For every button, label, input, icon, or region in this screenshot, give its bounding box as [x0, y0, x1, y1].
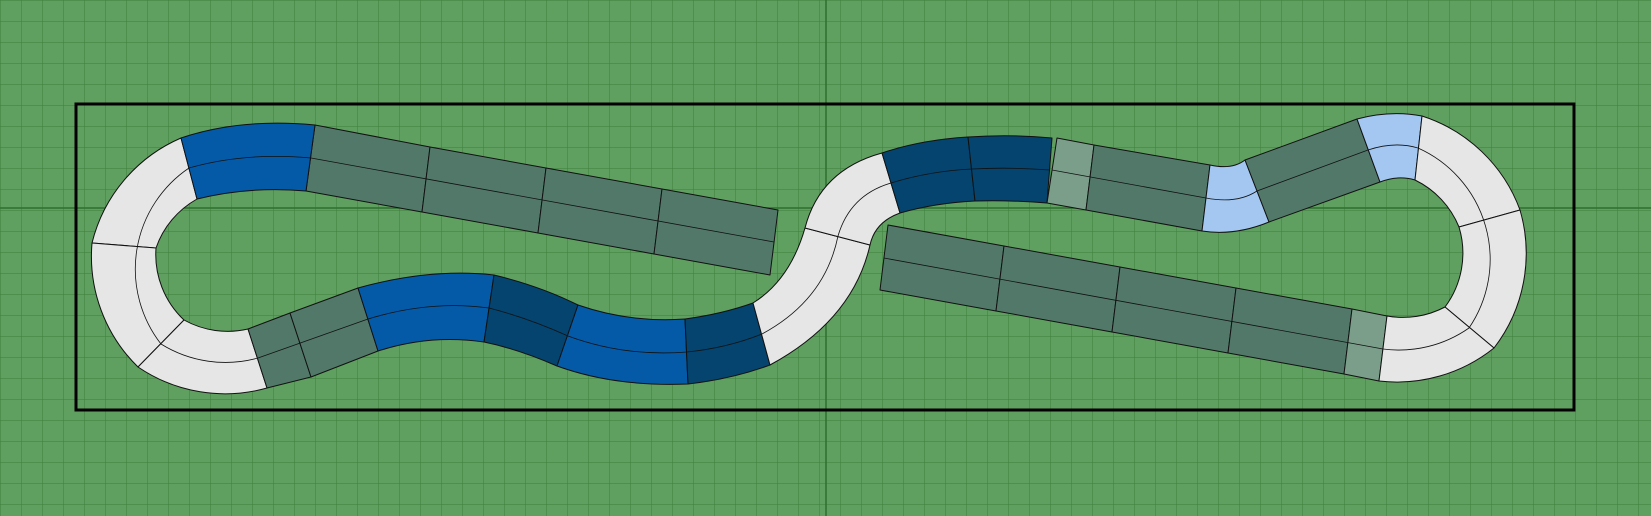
curve-segment[interactable]	[180, 122, 316, 200]
middle-dark-blue-curve	[881, 135, 1053, 214]
track-layout-canvas	[0, 0, 1651, 516]
top-left-blue-curve	[180, 122, 316, 200]
track-layout-svg	[0, 0, 1651, 516]
curve-segment[interactable]	[357, 272, 495, 352]
